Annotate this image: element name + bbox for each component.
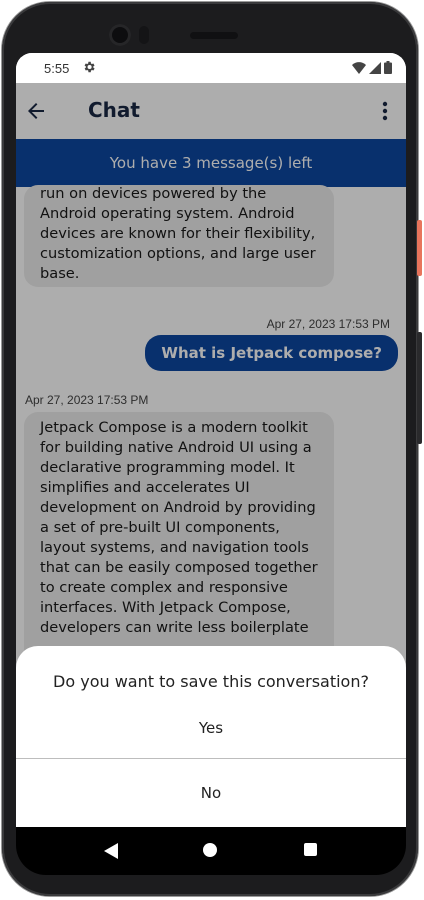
status-bar: 5:55: [16, 53, 406, 83]
status-time: 5:55: [44, 61, 70, 76]
volume-button: [417, 332, 422, 444]
nav-back-icon[interactable]: [104, 843, 118, 859]
front-camera: [109, 24, 131, 46]
power-button: [417, 220, 422, 276]
battery-icon: [384, 61, 392, 74]
earpiece-speaker: [190, 32, 238, 39]
system-nav-bar: [16, 827, 406, 875]
save-conversation-sheet: Do you want to save this conversation? Y…: [16, 646, 406, 827]
no-button[interactable]: No: [16, 759, 406, 827]
nav-home-icon[interactable]: [203, 843, 217, 857]
signal-icon: [369, 61, 381, 74]
dialog-title: Do you want to save this conversation?: [53, 672, 369, 691]
nav-recents-icon[interactable]: [304, 843, 317, 856]
wifi-icon: [352, 61, 366, 74]
front-sensor: [139, 26, 149, 44]
status-icons: [352, 61, 392, 74]
yes-button[interactable]: Yes: [16, 698, 406, 758]
gear-icon: [84, 61, 95, 73]
screen: 5:55 Chat You have 3 message(s) left run…: [16, 53, 406, 827]
